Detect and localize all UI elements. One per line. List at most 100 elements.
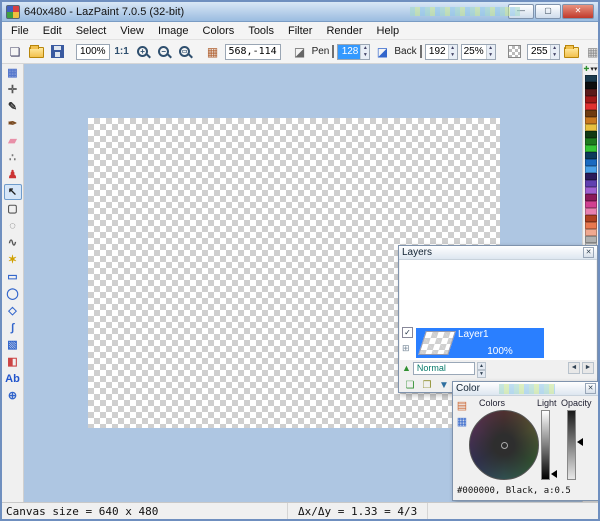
palette-color[interactable]: [585, 89, 597, 96]
text-tool[interactable]: Ab: [4, 371, 22, 387]
add-layer-button[interactable]: ❏: [403, 379, 417, 392]
scroll-right-button[interactable]: ►: [582, 362, 594, 374]
color-wheel-selector[interactable]: [501, 442, 508, 449]
palette-color[interactable]: [585, 208, 597, 215]
back-size-arrows[interactable]: ▲▼: [448, 45, 457, 59]
palette-color[interactable]: [585, 75, 597, 82]
stamp-icon[interactable]: ◪: [291, 43, 309, 61]
palette-color[interactable]: [585, 82, 597, 89]
palette-color[interactable]: [585, 103, 597, 110]
move-layer-down-button[interactable]: ▼: [437, 379, 451, 392]
palette-color[interactable]: [585, 159, 597, 166]
menu-item[interactable]: View: [113, 23, 151, 39]
layer-grid-icon[interactable]: ⊞: [402, 343, 413, 354]
palette-color[interactable]: [585, 222, 597, 229]
back-size-spinbox[interactable]: 192 ▲▼: [425, 44, 458, 60]
light-slider-handle[interactable]: [551, 470, 557, 478]
palette-color[interactable]: [585, 117, 597, 124]
close-button[interactable]: ✕: [562, 4, 594, 19]
menu-item[interactable]: File: [4, 23, 36, 39]
palette-color[interactable]: [585, 194, 597, 201]
layers-panel-titlebar[interactable]: Layers ✕: [399, 246, 597, 260]
swap-colors-icon[interactable]: ◪: [373, 43, 391, 61]
scroll-left-button[interactable]: ◄: [568, 362, 580, 374]
palette-menu-icon[interactable]: ▾▾: [590, 65, 597, 75]
pen-size-arrows[interactable]: ▲▼: [360, 45, 369, 59]
magic-wand-tool[interactable]: ✶: [4, 252, 22, 268]
color-close-button[interactable]: ✕: [585, 383, 596, 394]
move-selection-tool[interactable]: ↖: [4, 184, 22, 200]
zoom-in-button[interactable]: +: [134, 43, 152, 61]
polygon-tool[interactable]: ◇: [4, 303, 22, 319]
tolerance-spinbox[interactable]: 25% ▲▼: [461, 44, 496, 60]
menu-item[interactable]: Colors: [196, 23, 242, 39]
alpha-arrows[interactable]: ▲▼: [550, 45, 559, 59]
palette-color[interactable]: [585, 229, 597, 236]
blend-mode-select[interactable]: Normal: [413, 362, 475, 375]
blend-spin-buttons[interactable]: ▲▼: [477, 362, 486, 375]
open-button[interactable]: [27, 43, 45, 61]
menu-item[interactable]: Render: [319, 23, 369, 39]
duplicate-layer-button[interactable]: ❐: [420, 379, 434, 392]
palette-color[interactable]: [585, 201, 597, 208]
palette-color[interactable]: [585, 215, 597, 222]
zoom-original-button[interactable]: 1:1: [113, 43, 131, 61]
light-slider-bar[interactable]: [541, 410, 550, 480]
color-panel-titlebar[interactable]: Color ✕: [453, 382, 598, 396]
zoom-out-button[interactable]: −: [155, 43, 173, 61]
opacity-slider-handle[interactable]: [577, 438, 583, 446]
palette-add-icon[interactable]: ✚: [584, 65, 590, 75]
toolbox-icon[interactable]: ▦: [4, 65, 22, 81]
tolerance-arrows[interactable]: ▲▼: [486, 45, 495, 59]
palette-color[interactable]: [585, 152, 597, 159]
zoom-level-box[interactable]: 100%: [76, 44, 110, 60]
load-texture-button[interactable]: [563, 43, 581, 61]
menu-item[interactable]: Tools: [241, 23, 281, 39]
pattern-icon[interactable]: ▦: [584, 43, 600, 61]
deform-tool[interactable]: ◧: [4, 354, 22, 370]
color-wheel[interactable]: [469, 410, 539, 480]
grid-toggle-button[interactable]: ▦: [204, 43, 222, 61]
palette-color[interactable]: [585, 236, 597, 243]
clone-tool[interactable]: ♟: [4, 167, 22, 183]
palette-color[interactable]: [585, 180, 597, 187]
pen-color-swatch[interactable]: [332, 45, 334, 58]
rect-shape-tool[interactable]: ▭: [4, 269, 22, 285]
alpha-spinbox[interactable]: 255 ▲▼: [527, 44, 560, 60]
palette-color[interactable]: [585, 187, 597, 194]
layer-row[interactable]: Layer1 100%: [416, 328, 544, 358]
menu-item[interactable]: Help: [370, 23, 407, 39]
back-color-swatch[interactable]: [420, 45, 422, 58]
brush-tool[interactable]: ✒: [4, 116, 22, 132]
rect-select-tool[interactable]: ▢: [4, 201, 22, 217]
opacity-slider-bar[interactable]: [567, 410, 576, 480]
ellipse-shape-tool[interactable]: ◯: [4, 286, 22, 302]
palette-color[interactable]: [585, 173, 597, 180]
pen-tool[interactable]: ✎: [4, 99, 22, 115]
palette-color[interactable]: [585, 131, 597, 138]
palette-grid-icon[interactable]: ▦: [455, 416, 469, 429]
gradient-tool[interactable]: ▧: [4, 337, 22, 353]
palette-color[interactable]: [585, 145, 597, 152]
color-grid-icon[interactable]: ▤: [455, 400, 469, 413]
curve-tool[interactable]: ∫: [4, 320, 22, 336]
zoom-fit-button[interactable]: ▭: [176, 43, 194, 61]
palette-color[interactable]: [585, 110, 597, 117]
save-button[interactable]: [48, 43, 66, 61]
palette-color[interactable]: [585, 138, 597, 145]
menu-item[interactable]: Edit: [36, 23, 69, 39]
texture-button[interactable]: [506, 43, 524, 61]
palette-color[interactable]: [585, 124, 597, 131]
maximize-button[interactable]: ▢: [535, 4, 561, 19]
layer-visibility-checkbox[interactable]: ✓: [402, 327, 413, 338]
menu-item[interactable]: Image: [151, 23, 196, 39]
hotspot-tool[interactable]: ⊕: [4, 388, 22, 404]
layers-close-button[interactable]: ✕: [583, 247, 594, 258]
spray-tool[interactable]: ∴: [4, 150, 22, 166]
ellipse-select-tool[interactable]: ◌: [4, 218, 22, 234]
palette-color[interactable]: [585, 166, 597, 173]
lasso-tool[interactable]: ∿: [4, 235, 22, 251]
menu-item[interactable]: Filter: [281, 23, 319, 39]
hand-tool[interactable]: ✛: [4, 82, 22, 98]
menu-item[interactable]: Select: [69, 23, 114, 39]
